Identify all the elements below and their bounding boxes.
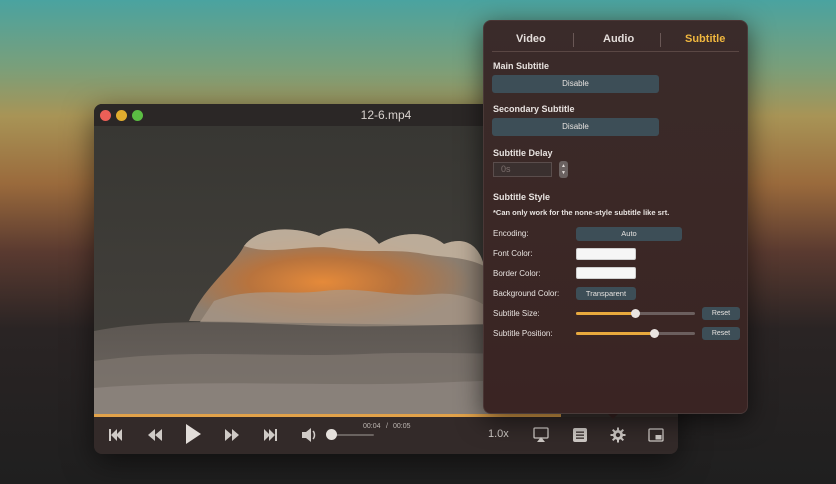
volume-slider-track[interactable]	[332, 434, 374, 436]
encoding-label: Encoding:	[493, 229, 529, 238]
playback-speed[interactable]: 1.0x	[488, 428, 509, 440]
subtitle-position-label: Subtitle Position:	[493, 329, 553, 338]
background-color-label: Background Color:	[493, 289, 560, 298]
font-color-swatch[interactable]	[576, 248, 636, 260]
playlist-icon[interactable]	[572, 427, 588, 443]
current-time: 00:04	[363, 423, 381, 430]
play-icon[interactable]	[184, 423, 202, 445]
skip-to-start-icon[interactable]	[108, 427, 124, 443]
subtitle-delay-stepper[interactable]: ▲ ▼	[559, 161, 568, 178]
font-color-label: Font Color:	[493, 249, 533, 258]
subtitle-position-slider[interactable]	[576, 332, 695, 335]
subtitle-position-knob[interactable]	[650, 329, 660, 338]
stepper-down-icon[interactable]: ▼	[560, 170, 567, 176]
subtitle-position-fill	[576, 332, 655, 335]
settings-panel: Video Audio Subtitle Main Subtitle Disab…	[483, 20, 748, 414]
subtitle-size-reset-button[interactable]: Reset	[702, 307, 740, 320]
skip-to-end-icon[interactable]	[262, 427, 278, 443]
total-time: 00:05	[393, 423, 411, 430]
encoding-select[interactable]: Auto	[576, 227, 682, 241]
subtitle-delay-input[interactable]: 0s	[493, 162, 552, 177]
subtitle-size-fill	[576, 312, 636, 315]
background-color-button[interactable]: Transparent	[576, 287, 636, 300]
secondary-subtitle-label: Secondary Subtitle	[493, 104, 575, 114]
main-subtitle-button[interactable]: Disable	[492, 75, 659, 93]
subtitle-style-note: *Can only work for the none-style subtit…	[493, 208, 670, 217]
tab-divider	[573, 33, 574, 47]
picture-in-picture-icon[interactable]	[648, 427, 664, 443]
subtitle-delay-label: Subtitle Delay	[493, 148, 553, 158]
border-color-label: Border Color:	[493, 269, 541, 278]
subtitle-style-label: Subtitle Style	[493, 192, 551, 202]
secondary-subtitle-button[interactable]: Disable	[492, 118, 659, 136]
volume-slider-knob[interactable]	[326, 429, 337, 440]
tab-video[interactable]: Video	[516, 33, 546, 45]
main-subtitle-label: Main Subtitle	[493, 61, 549, 71]
subtitle-size-label: Subtitle Size:	[493, 309, 540, 318]
tab-subtitle[interactable]: Subtitle	[685, 33, 725, 45]
tab-divider	[660, 33, 661, 47]
tab-audio[interactable]: Audio	[603, 33, 634, 45]
fast-forward-icon[interactable]	[224, 427, 240, 443]
subtitle-size-knob[interactable]	[631, 309, 640, 318]
stepper-up-icon[interactable]: ▲	[560, 163, 567, 169]
border-color-swatch[interactable]	[576, 267, 636, 279]
volume-icon[interactable]	[301, 426, 319, 444]
settings-gear-icon[interactable]	[610, 427, 626, 443]
rewind-icon[interactable]	[147, 427, 163, 443]
panel-tabs: Video Audio Subtitle	[484, 21, 747, 51]
subtitle-position-reset-button[interactable]: Reset	[702, 327, 740, 340]
airplay-icon[interactable]	[533, 427, 549, 443]
time-separator: /	[386, 423, 388, 430]
control-bar: 00:04 / 00:05 1.0x	[94, 417, 678, 454]
tab-divider-line	[492, 51, 739, 52]
